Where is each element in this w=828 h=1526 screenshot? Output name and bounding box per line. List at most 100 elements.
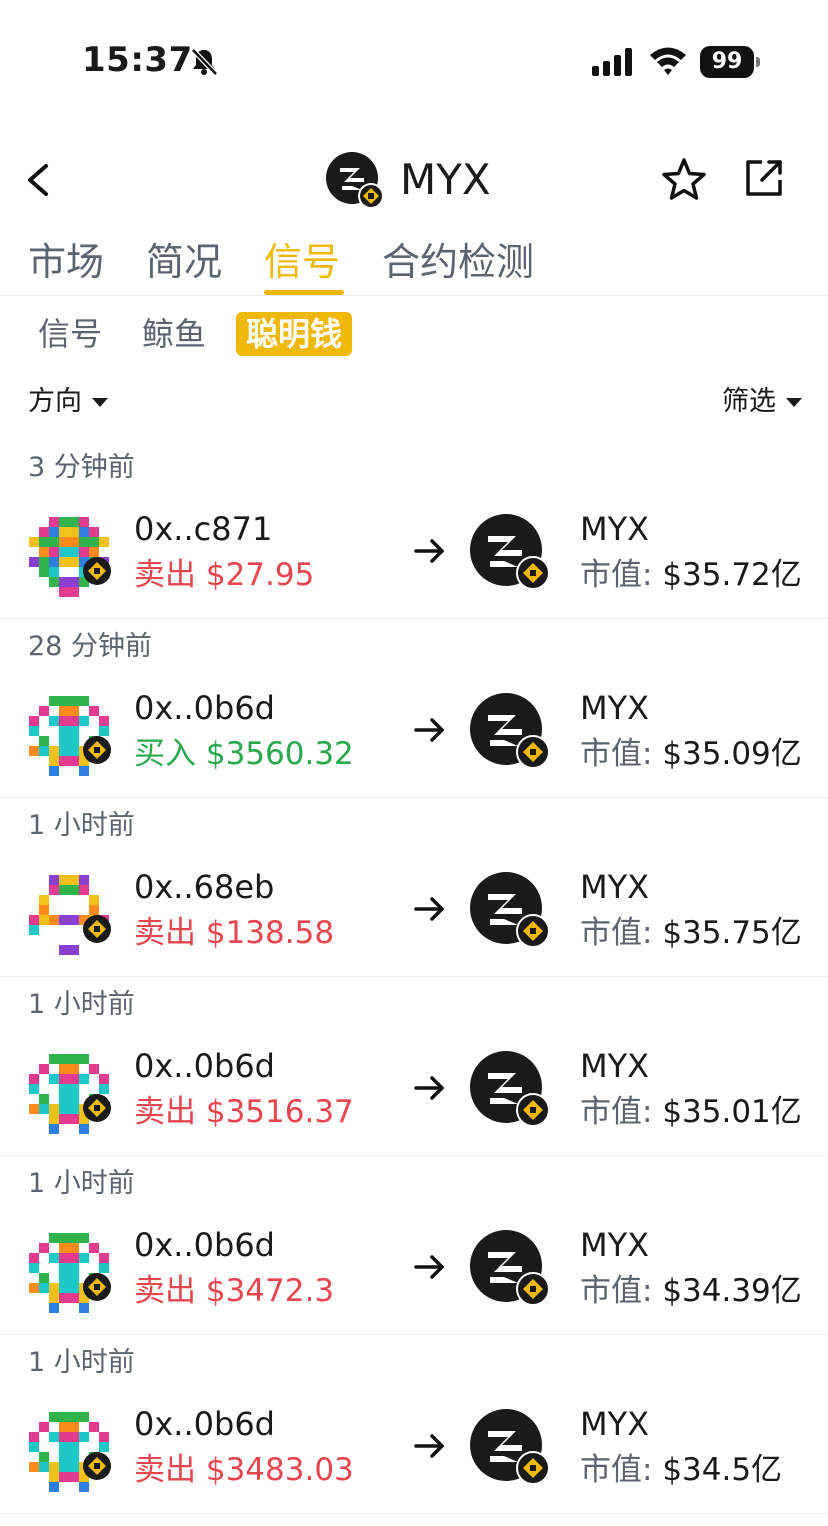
signal-row[interactable]: 1 小时前 0x..0b6d 卖出 $3483.03 MYX 市值: $34.5… — [0, 1335, 828, 1514]
trade-action: 卖出 — [134, 1452, 196, 1488]
filter-dropdown[interactable]: 筛选 — [722, 382, 802, 422]
signal-time: 1 小时前 — [28, 989, 135, 1020]
avatar-pixel — [49, 706, 59, 716]
trade-action: 卖出 — [134, 1273, 196, 1309]
avatar-pixel — [49, 567, 59, 577]
filter-label: 筛选 — [722, 386, 776, 417]
avatar-pixel — [79, 1303, 89, 1313]
arrow-right-icon — [414, 897, 444, 921]
signal-time: 3 分钟前 — [28, 452, 135, 483]
avatar-pixel — [79, 587, 89, 597]
filter-bar: 方向 筛选 — [0, 378, 828, 428]
avatar-pixel — [79, 527, 89, 537]
avatar-pixel — [59, 875, 69, 885]
signal-row[interactable]: 1 小时前 0x..68eb 卖出 $138.58 MYX 市值: $35.75… — [0, 798, 828, 977]
avatar-pixel — [29, 1104, 39, 1114]
bnb-chain-badge-icon — [516, 914, 550, 948]
avatar-pixel — [69, 1283, 79, 1293]
tab-signals[interactable]: 信号 — [264, 236, 340, 288]
avatar-pixel — [39, 1452, 49, 1462]
avatar-pixel — [39, 1422, 49, 1432]
avatar-pixel — [59, 1253, 69, 1263]
avatar-pixel — [49, 577, 59, 587]
avatar-pixel — [39, 1104, 49, 1114]
avatar-pixel — [49, 915, 59, 925]
avatar-pixel — [39, 567, 49, 577]
avatar-pixel — [49, 1303, 59, 1313]
avatar-pixel — [29, 537, 39, 547]
avatar-pixel — [69, 587, 79, 597]
signal-row[interactable]: 1 小时前 0x..0b6d 卖出 $3516.37 MYX 市值: $35.0… — [0, 977, 828, 1156]
avatar-pixel — [79, 706, 89, 716]
avatar-pixel — [49, 537, 59, 547]
avatar-pixel — [69, 726, 79, 736]
direction-label: 方向 — [28, 386, 82, 417]
avatar-pixel — [69, 766, 79, 776]
avatar-pixel — [49, 1283, 59, 1293]
avatar-pixel — [99, 1074, 109, 1084]
avatar-pixel — [49, 1074, 59, 1084]
token-symbol: MYX — [580, 868, 650, 906]
avatar-pixel — [69, 746, 79, 756]
avatar-pixel — [59, 706, 69, 716]
myx-token-logo — [326, 152, 384, 209]
avatar-pixel — [29, 915, 39, 925]
favorite-star-icon[interactable] — [660, 156, 708, 204]
bnb-chain-badge-icon — [516, 1451, 550, 1485]
tab-market[interactable]: 市场 — [28, 236, 104, 288]
avatar-pixel — [69, 1303, 79, 1313]
avatar-pixel — [59, 1462, 69, 1472]
avatar-pixel — [49, 1253, 59, 1263]
bnb-chain-badge-icon — [516, 1272, 550, 1306]
market-cap-label: 市值: — [580, 1094, 653, 1130]
signal-row[interactable]: 28 分钟前 0x..0b6d 买入 $3560.32 MYX 市值: $35.… — [0, 619, 828, 798]
subtab-signals[interactable]: 信号 — [28, 312, 112, 356]
signal-row[interactable]: 3 分钟前 0x..c871 卖出 $27.95 MYX 市值: $35.72亿 — [0, 440, 828, 619]
avatar-pixel — [49, 1124, 59, 1134]
avatar-pixel — [59, 1263, 69, 1273]
avatar-pixel — [59, 1074, 69, 1084]
back-chevron-icon[interactable] — [20, 158, 60, 202]
avatar-pixel — [39, 736, 49, 746]
arrow-right-icon — [414, 1255, 444, 1279]
avatar-pixel — [89, 895, 99, 905]
bnb-chain-badge-icon — [516, 1093, 550, 1127]
avatar-pixel — [59, 537, 69, 547]
avatar-pixel — [59, 885, 69, 895]
avatar-pixel — [49, 1482, 59, 1492]
avatar-pixel — [69, 1054, 79, 1064]
avatar-pixel — [79, 1412, 89, 1422]
avatar-pixel — [49, 557, 59, 567]
avatar-pixel — [89, 1064, 99, 1074]
tab-overview[interactable]: 简况 — [146, 236, 222, 288]
market-cap-value: $35.72亿 — [662, 557, 802, 593]
avatar-pixel — [69, 756, 79, 766]
signal-time: 1 小时前 — [28, 810, 135, 841]
avatar-pixel — [49, 885, 59, 895]
avatar-pixel — [69, 1114, 79, 1124]
subtab-smart-money[interactable]: 聪明钱 — [236, 312, 353, 356]
avatar-pixel — [79, 885, 89, 895]
share-external-icon[interactable] — [742, 156, 786, 200]
avatar-pixel — [39, 1442, 49, 1452]
avatar-pixel — [59, 1422, 69, 1432]
avatar-pixel — [59, 1064, 69, 1074]
avatar-pixel — [39, 905, 49, 915]
direction-dropdown[interactable]: 方向 — [28, 382, 108, 422]
battery-indicator: 99 — [700, 46, 760, 78]
subtab-whales[interactable]: 鲸鱼 — [132, 312, 216, 356]
avatar-pixel — [49, 1104, 59, 1114]
tab-contract-check[interactable]: 合约检测 — [382, 236, 534, 288]
avatar-pixel — [59, 1283, 69, 1293]
avatar-pixel — [29, 1074, 39, 1084]
signal-row[interactable]: 1 小时前 0x..0b6d 卖出 $3472.3 MYX 市值: $34.39… — [0, 1156, 828, 1335]
avatar-pixel — [39, 1263, 49, 1273]
bell-slash-icon — [191, 48, 218, 76]
avatar-pixel — [89, 1422, 99, 1432]
avatar-pixel — [99, 1253, 109, 1263]
avatar-pixel — [59, 577, 69, 587]
avatar-pixel — [69, 885, 79, 895]
avatar-pixel — [59, 557, 69, 567]
trade-amount: $3516.37 — [205, 1094, 354, 1130]
avatar-pixel — [49, 1412, 59, 1422]
